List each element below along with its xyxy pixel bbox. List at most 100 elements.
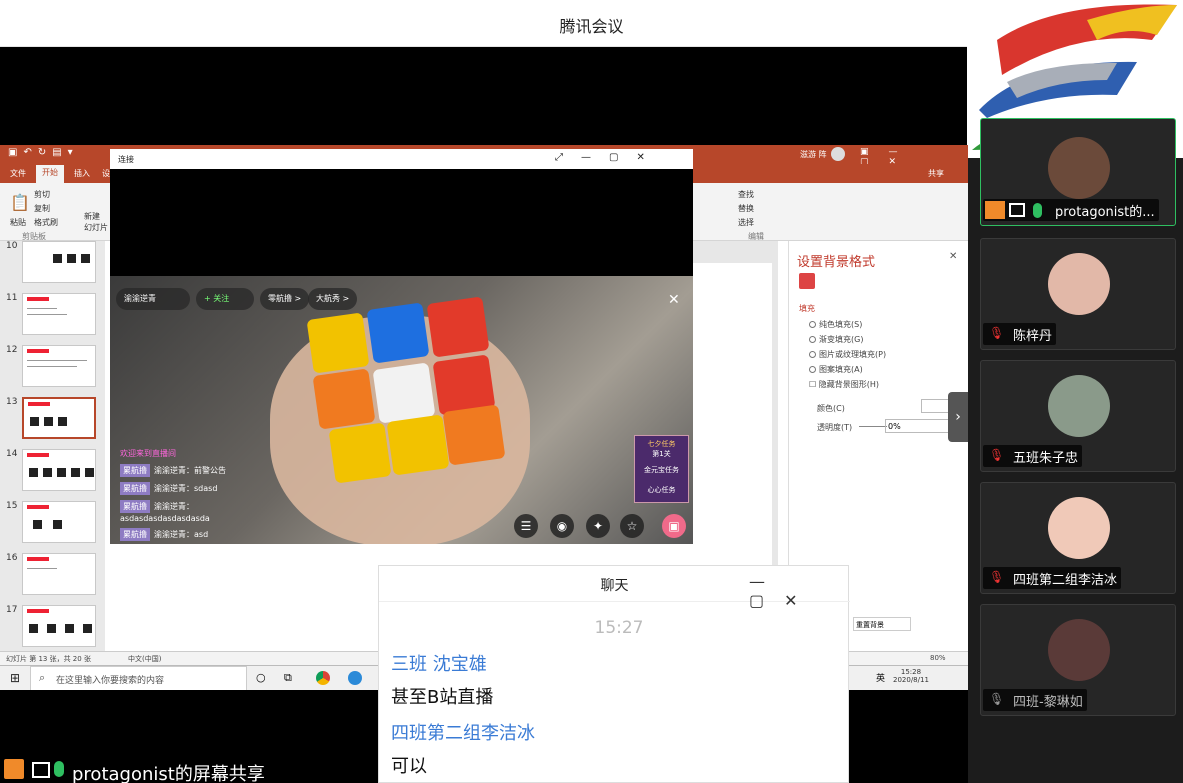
rank-tag[interactable]: 零航撸 > [260, 288, 310, 310]
search-icon: ⌕ [39, 671, 46, 684]
slide-thumb-16[interactable] [22, 553, 96, 595]
cube-face [386, 414, 450, 476]
clock-time: 15:28 [900, 668, 922, 676]
hide-bg-checkbox[interactable]: ☐ 隐藏背景图形(H) [809, 379, 879, 390]
magic-wand-icon[interactable]: ✦ [586, 514, 610, 538]
slide-thumbnails: 10 11 12 13 14 15 16 17 [0, 241, 105, 651]
slide-number: 13 [6, 397, 18, 407]
streamer-name: 渝渝逆青 [124, 294, 156, 303]
slide-thumb-12[interactable] [22, 345, 96, 387]
slide-thumb-15[interactable] [22, 501, 96, 543]
replace-button[interactable]: 替换 [738, 203, 754, 214]
collapse-panel-button[interactable]: › [948, 392, 968, 442]
participant-tile[interactable]: protagonist的... [980, 118, 1176, 226]
mic-muted-icon[interactable]: 🎙 [989, 692, 1004, 706]
transparency-slider[interactable] [859, 426, 887, 427]
tab-design[interactable]: 设 [102, 168, 110, 179]
tab-file[interactable]: 文件 [10, 168, 26, 179]
edge-icon[interactable] [348, 671, 362, 685]
paste-icon[interactable]: 📋 [10, 193, 30, 212]
color-picker[interactable] [921, 399, 949, 413]
ppt-user-name: 滋游 阵 [800, 150, 827, 159]
slide-number: 16 [6, 553, 18, 563]
live-window-controls[interactable]: ⤢—▢✕ [555, 152, 663, 163]
slide-number: 10 [6, 241, 18, 251]
clock-date: 2020/8/11 [893, 676, 929, 684]
taskbar-clock[interactable]: 15:28 2020/8/11 [893, 668, 929, 684]
slide-thumb-17[interactable] [22, 605, 96, 647]
qixi-task-card[interactable]: 七夕任务 第1关 金元宝任务 心心任务 [634, 435, 689, 503]
user-icon [985, 201, 1005, 219]
mic-muted-icon[interactable]: 🎙 [989, 326, 1004, 340]
streamer-info[interactable]: 渝渝逆青 [116, 288, 190, 310]
solid-fill-option[interactable]: 纯色填充(S) [809, 319, 862, 330]
chat-sender: 四班第二组李洁冰 [391, 723, 535, 744]
taskbar-search[interactable]: ⌕ 在这里输入你要搜索的内容 [30, 666, 247, 690]
paste-button[interactable]: 粘贴 [10, 217, 26, 228]
gift-icon[interactable]: ▣ [662, 514, 686, 538]
cube-face [328, 422, 392, 484]
format-painter-button[interactable]: 格式刷 [34, 217, 58, 228]
participant-avatar [1048, 619, 1110, 681]
category-tag[interactable]: 大航秀 > [308, 288, 358, 310]
quick-access-toolbar[interactable]: ▣↶↻▤▾ [8, 147, 79, 158]
share-icon[interactable]: ☆ [620, 514, 644, 538]
color-label: 颜色(C) [817, 404, 845, 413]
panel-title: 设置背景格式 [797, 255, 876, 270]
participant-avatar [1048, 375, 1110, 437]
copy-button[interactable]: 复制 [34, 203, 50, 214]
slide-thumb-14[interactable] [22, 449, 96, 491]
slide-number: 14 [6, 449, 18, 459]
chat-window: 聊天 —▢✕ 15:27 三班 沈宝雄 甚至B站直播 四班第二组李洁冰 可以 [378, 565, 850, 783]
participant-avatar [1048, 497, 1110, 559]
windows-start-icon[interactable]: ⊞ [10, 671, 20, 685]
zoom-level[interactable]: 80% [930, 654, 946, 662]
fill-icon[interactable] [799, 273, 815, 289]
live-window-title: 连接 [118, 155, 134, 164]
share-status-label: protagonist的屏幕共享 [72, 764, 265, 783]
share-link[interactable]: 共享 [928, 168, 944, 179]
participant-tile[interactable]: 陈梓丹 🎙 [980, 238, 1176, 350]
slide-thumb-13[interactable] [22, 397, 96, 439]
tab-home[interactable]: 开始 [36, 165, 64, 183]
live-video[interactable]: 渝渝逆青 + 关注 零航撸 > 大航秀 > ✕ 欢迎来到直播间 累航撸 渝渝逆青：… [110, 276, 693, 544]
cortana-icon[interactable]: ○ [256, 671, 266, 684]
close-icon[interactable]: ✕ [949, 251, 957, 262]
pattern-fill-option[interactable]: 图案填充(A) [809, 364, 863, 375]
reset-background-button[interactable]: 重置背景 [853, 617, 911, 631]
follow-button[interactable]: + 关注 [196, 288, 254, 310]
tab-insert[interactable]: 插入 [74, 168, 90, 179]
cube-face [312, 368, 376, 430]
select-button[interactable]: 选择 [738, 217, 754, 228]
gradient-fill-option[interactable]: 渐变填充(G) [809, 334, 863, 345]
menu-icon[interactable]: ☰ [514, 514, 538, 538]
danmu-item: 累航撸 渝渝逆青：asd [120, 528, 208, 541]
participant-tile[interactable]: 四班第二组李洁冰 🎙 [980, 482, 1176, 594]
cut-button[interactable]: 剪切 [34, 189, 50, 200]
tencent-meeting-window: 腾讯会议 ▣↶↻▤▾ 滋游 阵 ▣—▢✕ 文件 开始 插入 设 共享 📋 粘贴 [0, 0, 1183, 783]
task-title: 七夕任务 [647, 440, 676, 448]
camera-icon[interactable]: ◉ [550, 514, 574, 538]
mic-icon[interactable] [1033, 203, 1042, 218]
transparency-field[interactable]: 0% [885, 419, 949, 433]
picture-fill-option[interactable]: 图片或纹理填充(P) [809, 349, 886, 360]
slide-thumb-11[interactable] [22, 293, 96, 335]
task-view-icon[interactable]: ⧉ [284, 671, 292, 685]
find-button[interactable]: 查找 [738, 189, 754, 200]
participant-tile[interactable]: 五班朱子忠 🎙 [980, 360, 1176, 472]
mic-muted-icon[interactable]: 🎙 [989, 448, 1004, 462]
ime-indicator[interactable]: 英 [876, 671, 885, 684]
new-slide-button[interactable]: 新建 幻灯片 [84, 211, 108, 233]
chat-window-controls[interactable]: —▢✕ [749, 572, 850, 610]
danmu-header: 欢迎来到直播间 [120, 449, 176, 458]
ppt-user-avatar[interactable] [831, 147, 845, 161]
chrome-icon[interactable] [316, 671, 330, 685]
task-line1: 金元宝任务 [644, 466, 679, 474]
task-level: 第1关 [652, 450, 671, 458]
participant-tile[interactable]: 四班-黎琳如 🎙 [980, 604, 1176, 716]
transparency-label: 透明度(T) [817, 423, 853, 432]
mic-muted-icon[interactable]: 🎙 [989, 570, 1004, 584]
slide-thumb-10[interactable] [22, 241, 96, 283]
close-icon[interactable]: ✕ [668, 292, 680, 308]
mic-icon[interactable] [54, 761, 64, 777]
